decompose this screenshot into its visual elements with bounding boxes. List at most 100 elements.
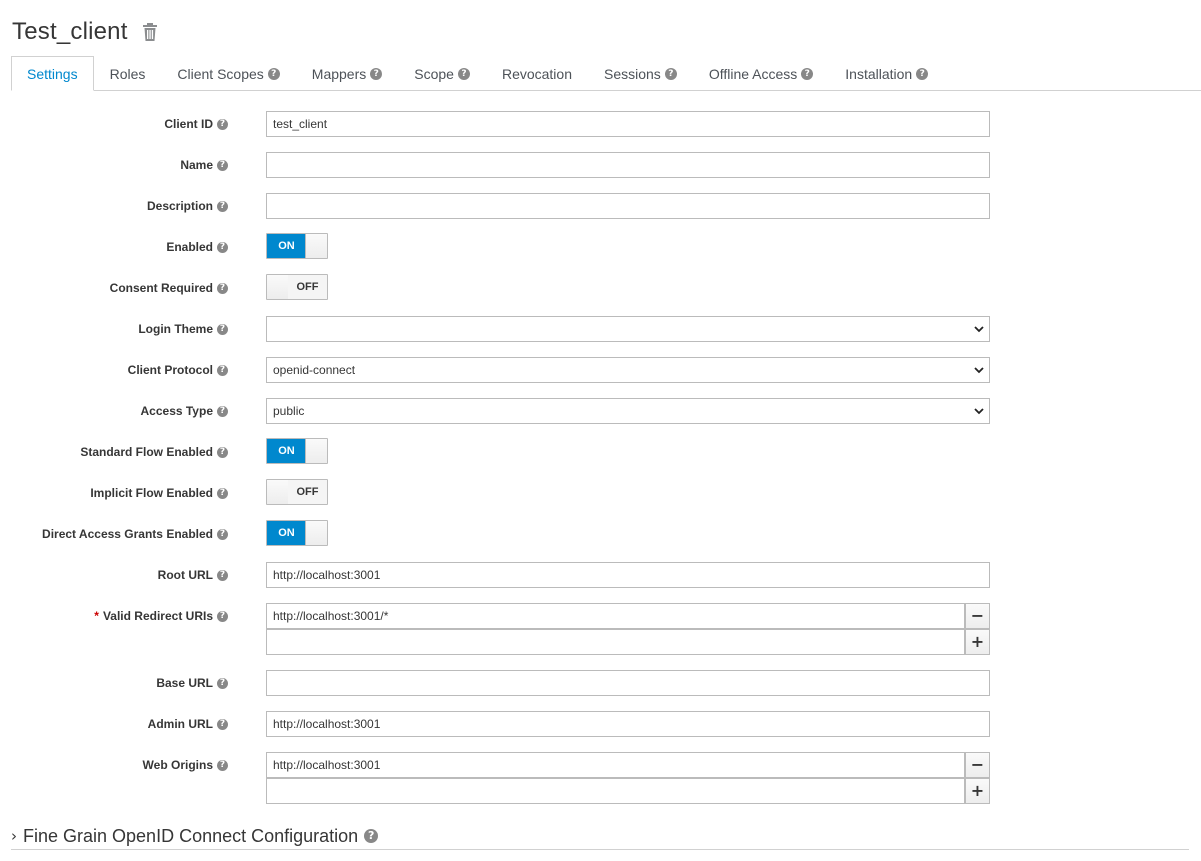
description-label: Description? [147, 193, 228, 219]
help-icon[interactable]: ? [217, 200, 228, 212]
fine-grain-title: Fine Grain OpenID Connect Configuration [23, 825, 359, 846]
toggle-knob [305, 234, 327, 258]
chevron-down-icon [974, 408, 984, 415]
client-protocol-select[interactable]: openid-connect [266, 357, 990, 383]
tab-mappers[interactable]: Mappers? [296, 56, 398, 91]
web-origins-row: Web Origins? http://localhost:3001 − [0, 752, 1201, 778]
help-icon[interactable]: ? [364, 829, 379, 843]
direct-access-toggle[interactable]: ON [266, 520, 328, 546]
direct-access-row: Direct Access Grants Enabled? ON [0, 520, 1201, 547]
web-origin-input[interactable]: http://localhost:3001 [266, 752, 965, 778]
help-icon: ? [664, 68, 677, 80]
help-icon[interactable]: ? [217, 159, 228, 171]
enabled-label: Enabled? [166, 234, 228, 260]
enabled-toggle[interactable]: ON [266, 233, 328, 259]
help-icon[interactable]: ? [217, 677, 228, 689]
help-icon: ? [916, 68, 929, 80]
add-redirect-uri-button[interactable]: + [965, 629, 990, 655]
login-theme-row: Login Theme? [0, 316, 1201, 342]
admin-url-input[interactable]: http://localhost:3001 [266, 711, 990, 737]
admin-url-row: Admin URL? http://localhost:3001 [0, 711, 1201, 737]
toggle-off-label: OFF [288, 275, 327, 299]
valid-redirect-uris-label: * Valid Redirect URIs? [94, 603, 228, 629]
help-icon[interactable]: ? [217, 610, 228, 622]
enabled-row: Enabled? ON [0, 233, 1201, 260]
standard-flow-label: Standard Flow Enabled? [80, 439, 228, 465]
help-icon[interactable]: ? [217, 487, 228, 499]
client-id-label: Client ID? [164, 111, 228, 137]
root-url-input[interactable]: http://localhost:3001 [266, 562, 990, 588]
tab-client-scopes[interactable]: Client Scopes? [161, 56, 295, 91]
tab-scope[interactable]: Scope? [398, 56, 486, 91]
toggle-knob [267, 275, 289, 299]
toggle-on-label: ON [267, 234, 306, 258]
base-url-row: Base URL? [0, 670, 1201, 696]
access-type-row: Access Type? public [0, 398, 1201, 424]
help-icon[interactable]: ? [217, 364, 228, 376]
fine-grain-section-toggle[interactable]: › Fine Grain OpenID Connect Configuratio… [11, 823, 1189, 850]
direct-access-label: Direct Access Grants Enabled? [42, 521, 228, 547]
implicit-flow-toggle[interactable]: OFF [266, 479, 328, 505]
valid-redirect-uris-new-row: + [0, 629, 1201, 655]
redirect-uri-input[interactable]: http://localhost:3001/* [266, 603, 965, 629]
help-icon: ? [267, 68, 280, 80]
help-icon[interactable]: ? [217, 405, 228, 417]
tab-installation[interactable]: Installation? [829, 56, 944, 91]
help-icon[interactable]: ? [217, 118, 228, 130]
implicit-flow-label: Implicit Flow Enabled? [90, 480, 228, 506]
page-header: Test_client [12, 18, 158, 46]
access-type-select[interactable]: public [266, 398, 990, 424]
help-icon[interactable]: ? [217, 759, 228, 771]
tab-sessions[interactable]: Sessions? [588, 56, 693, 91]
tab-revocation[interactable]: Revocation [486, 56, 588, 91]
tab-roles[interactable]: Roles [94, 56, 162, 91]
toggle-knob [305, 439, 327, 463]
help-icon[interactable]: ? [217, 446, 228, 458]
standard-flow-row: Standard Flow Enabled? ON [0, 438, 1201, 465]
name-input[interactable] [266, 152, 990, 178]
page-title: Test_client [12, 18, 128, 45]
chevron-down-icon [974, 326, 984, 333]
client-protocol-label: Client Protocol? [128, 357, 228, 383]
implicit-flow-row: Implicit Flow Enabled? OFF [0, 479, 1201, 506]
standard-flow-toggle[interactable]: ON [266, 438, 328, 464]
trash-icon[interactable] [142, 23, 158, 41]
tab-offline-access[interactable]: Offline Access? [693, 56, 829, 91]
remove-redirect-uri-button[interactable]: − [965, 603, 990, 629]
web-origins-new-row: + [0, 778, 1201, 804]
help-icon[interactable]: ? [217, 528, 228, 540]
add-web-origin-button[interactable]: + [965, 778, 990, 804]
consent-required-label: Consent Required? [110, 275, 228, 301]
client-id-row: Client ID? test_client [0, 111, 1201, 137]
help-icon: ? [801, 68, 814, 80]
tab-bar: Settings Roles Client Scopes? Mappers? S… [11, 56, 1201, 91]
client-id-input[interactable]: test_client [266, 111, 990, 137]
name-row: Name? [0, 152, 1201, 178]
base-url-input[interactable] [266, 670, 990, 696]
toggle-knob [267, 480, 289, 504]
remove-web-origin-button[interactable]: − [965, 752, 990, 778]
login-theme-select[interactable] [266, 316, 990, 342]
chevron-right-icon: › [11, 827, 17, 845]
redirect-uri-new-input[interactable] [266, 629, 965, 655]
consent-required-toggle[interactable]: OFF [266, 274, 328, 300]
toggle-knob [305, 521, 327, 545]
tab-settings[interactable]: Settings [11, 56, 94, 91]
login-theme-label: Login Theme? [138, 316, 228, 342]
web-origin-new-input[interactable] [266, 778, 965, 804]
chevron-down-icon [974, 367, 984, 374]
help-icon: ? [370, 68, 383, 80]
help-icon[interactable]: ? [217, 282, 228, 294]
help-icon[interactable]: ? [217, 241, 228, 253]
help-icon: ? [457, 68, 470, 80]
description-input[interactable] [266, 193, 990, 219]
help-icon[interactable]: ? [217, 569, 228, 581]
valid-redirect-uris-row: * Valid Redirect URIs? http://localhost:3… [0, 603, 1201, 629]
web-origins-label: Web Origins? [143, 752, 228, 778]
help-icon[interactable]: ? [217, 718, 228, 730]
toggle-off-label: OFF [288, 480, 327, 504]
admin-url-label: Admin URL? [148, 711, 228, 737]
help-icon[interactable]: ? [217, 323, 228, 335]
toggle-on-label: ON [267, 439, 306, 463]
root-url-row: Root URL? http://localhost:3001 [0, 562, 1201, 588]
